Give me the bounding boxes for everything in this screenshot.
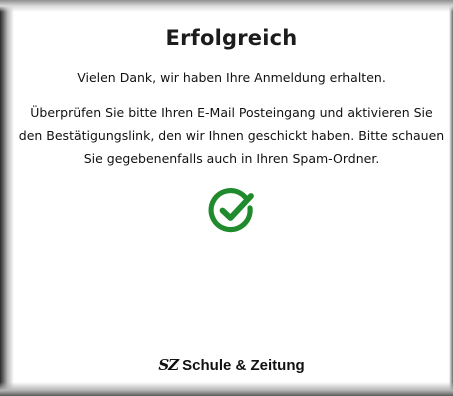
check-circle-icon [208, 188, 254, 233]
dialog-title: Erfolgreich [165, 26, 298, 50]
instructions-message: Überprüfen Sie bitte Ihren E-Mail Postei… [18, 105, 445, 166]
success-dialog: Erfolgreich Vielen Dank, wir haben Ihre … [0, 0, 453, 396]
thanks-message: Vielen Dank, wir haben Ihre Anmeldung er… [77, 70, 386, 85]
brand-name: Schule & Zeitung [182, 357, 305, 374]
brand-logo: SZ Schule & Zeitung [14, 356, 449, 374]
dialog-shadow-bottom [0, 382, 453, 396]
dialog-shadow-right [449, 0, 453, 396]
brand-prefix: SZ [158, 356, 179, 374]
dialog-content: Erfolgreich Vielen Dank, wir haben Ihre … [14, 0, 449, 382]
